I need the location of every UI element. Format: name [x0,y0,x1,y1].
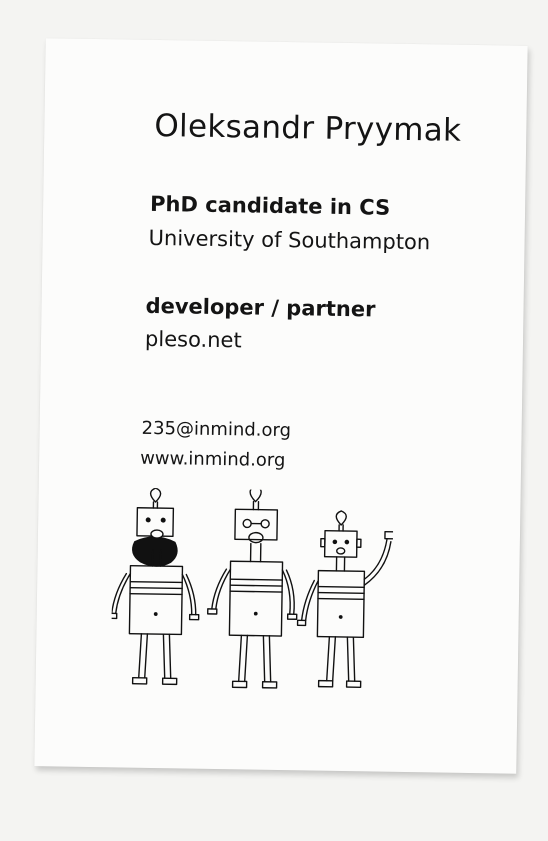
business-card: Oleksandr Pryymak PhD candidate in CS Un… [34,38,528,774]
email-text: 235@inmind.org [141,417,292,442]
person-name: Oleksandr Pryymak [154,107,462,149]
role2-title: developer / partner [145,293,376,322]
role2-org: pleso.net [144,326,242,353]
website-text: www.inmind.org [139,447,286,472]
robots-illustration [110,487,394,689]
role1-title: PhD candidate in CS [149,191,391,220]
bearded-robot-icon [110,487,200,686]
waving-robot-icon [296,510,394,688]
glasses-robot-icon [207,487,298,689]
role1-org: University of Southampton [148,225,431,255]
